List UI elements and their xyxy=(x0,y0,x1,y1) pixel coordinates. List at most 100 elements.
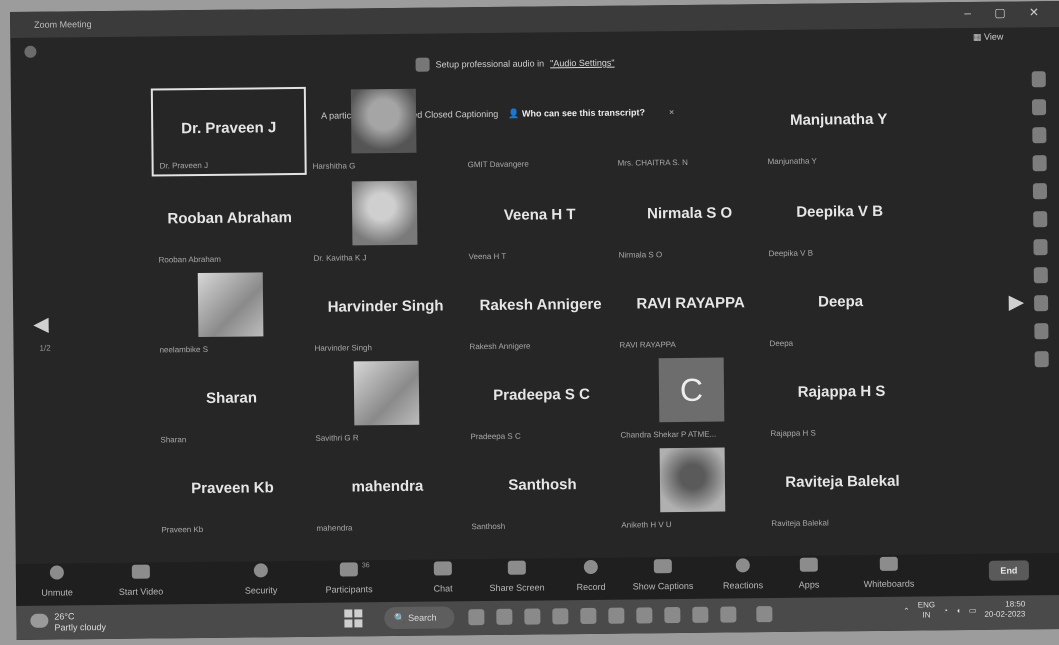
start-menu-icon[interactable] xyxy=(344,609,363,628)
participant-name-label: Deepika V B xyxy=(768,248,814,259)
view-button[interactable]: ▦ View xyxy=(973,32,1003,43)
weather-widget[interactable]: 26°C Partly cloudy xyxy=(30,611,106,634)
task-view-icon[interactable] xyxy=(468,609,485,626)
participant-display-name: mahendra xyxy=(351,477,424,496)
unmute-button[interactable]: Unmute xyxy=(22,563,92,598)
share-screen-button[interactable]: Share Screen xyxy=(482,558,552,593)
participant-name-label: neelambike S xyxy=(159,344,209,355)
battery-icon[interactable]: ▭ xyxy=(969,605,977,614)
participant-tile[interactable]: Harvinder Singh Harvinder Singh xyxy=(308,267,464,357)
app-shortcut-icon[interactable] xyxy=(1034,323,1049,340)
taskbar-search[interactable]: 🔍 Search xyxy=(384,606,455,630)
participant-tile[interactable]: Mrs. CHAITRA S. N xyxy=(611,82,767,172)
title-bar: Zoom Meeting – ▢ ✕ xyxy=(10,1,1059,38)
zoom-icon[interactable] xyxy=(756,606,773,623)
app-shortcut-icon[interactable] xyxy=(1031,71,1046,88)
app-shortcut-icon[interactable] xyxy=(1033,211,1048,228)
audio-settings-link[interactable]: "Audio Settings" xyxy=(550,58,615,69)
participant-tile[interactable]: Veena H T Veena H T xyxy=(462,176,618,266)
participant-name-label: Dr. Kavitha K J xyxy=(313,253,367,263)
app-icon[interactable] xyxy=(664,607,681,624)
app-icon[interactable] xyxy=(552,608,569,625)
participant-name-label: Deepa xyxy=(769,338,794,349)
participant-display-name: Harvinder Singh xyxy=(327,297,444,316)
participant-tile[interactable]: Aniketh H V U xyxy=(615,444,771,534)
audio-icon xyxy=(415,57,430,72)
window-controls[interactable]: – ▢ ✕ xyxy=(964,5,1049,20)
reactions-icon xyxy=(735,558,750,573)
shield-icon xyxy=(253,563,268,578)
participant-video xyxy=(350,88,417,154)
participant-name-label: Sharan xyxy=(160,435,187,445)
participant-tile[interactable]: Nirmala S O Nirmala S O xyxy=(612,174,768,264)
app-icon[interactable] xyxy=(692,606,709,623)
participants-button[interactable]: 36 Participants xyxy=(314,560,384,595)
participant-display-name: Rooban Abraham xyxy=(167,209,292,228)
encryption-shield-icon[interactable] xyxy=(24,45,37,58)
participant-name-label: Raviteja Balekal xyxy=(771,518,829,529)
participants-icon xyxy=(339,562,358,577)
participant-tile[interactable]: Rakesh Annigere Rakesh Annigere xyxy=(463,266,619,356)
app-shortcut-icon[interactable] xyxy=(1033,239,1048,256)
apps-icon xyxy=(799,557,818,572)
app-shortcut-icon[interactable] xyxy=(1034,351,1049,368)
record-icon xyxy=(583,559,598,575)
audio-setup-banner: Setup professional audio in "Audio Setti… xyxy=(415,56,615,72)
app-shortcut-icon[interactable] xyxy=(1032,183,1048,200)
file-explorer-icon[interactable] xyxy=(524,608,541,625)
volume-icon[interactable]: ◖ xyxy=(956,606,961,615)
language-indicator[interactable]: ENG IN xyxy=(918,600,936,620)
app-shortcut-icon[interactable] xyxy=(1032,155,1047,172)
app-icon[interactable] xyxy=(636,607,653,624)
participant-tile[interactable]: Deepika V B Deepika V B xyxy=(762,173,918,263)
apps-button[interactable]: Apps xyxy=(774,555,844,590)
participant-tile[interactable]: Dr. Praveen J Dr. Praveen J xyxy=(150,86,307,177)
security-button[interactable]: Security xyxy=(226,561,296,596)
next-page-icon[interactable]: ▶ xyxy=(1009,289,1025,314)
app-shortcut-icon[interactable] xyxy=(1033,267,1048,284)
chat-button[interactable]: Chat xyxy=(408,559,478,594)
app-shortcut-icon[interactable] xyxy=(1034,295,1049,312)
whiteboards-button[interactable]: Whiteboards xyxy=(854,554,924,589)
app-shortcut-icon[interactable] xyxy=(1031,99,1047,116)
prev-page-icon[interactable]: ◀ xyxy=(33,312,49,337)
participant-tile[interactable]: Sharan Sharan xyxy=(154,359,310,449)
widgets-icon[interactable] xyxy=(496,608,513,625)
participants-count: 36 xyxy=(361,562,370,570)
participant-tile[interactable]: Praveen Kb Praveen Kb xyxy=(155,449,311,539)
participant-tile[interactable]: Rooban Abraham Rooban Abraham xyxy=(152,179,308,269)
participant-name-label: Nirmala S O xyxy=(618,250,663,260)
app-shortcut-icon[interactable] xyxy=(1032,127,1047,144)
participant-tile[interactable]: C Chandra Shekar P ATME... xyxy=(614,354,770,444)
participant-tile[interactable]: neelambike S xyxy=(153,269,309,359)
participant-tile[interactable]: Dr. Kavitha K J xyxy=(307,177,463,267)
record-button[interactable]: Record xyxy=(556,558,626,593)
participant-tile[interactable]: RAVI RAYAPPA RAVI RAYAPPA xyxy=(613,264,769,354)
participant-tile[interactable]: Santhosh Santhosh xyxy=(465,446,621,536)
participant-tile[interactable]: Harshitha G xyxy=(306,85,462,175)
participant-tile[interactable]: Savithri G R xyxy=(309,357,465,447)
participant-name-label: Mrs. CHAITRA S. N xyxy=(617,157,688,168)
participant-display-name: Dr. Praveen J xyxy=(181,119,277,138)
clock[interactable]: 18:50 20-02-2023 xyxy=(984,599,1025,619)
participant-tile[interactable]: Raviteja Balekal Raviteja Balekal xyxy=(765,442,921,532)
participant-tile[interactable]: Manjunatha Y Manjunatha Y xyxy=(761,81,917,171)
participant-video xyxy=(197,272,264,338)
wifi-icon[interactable]: ◔ xyxy=(943,606,948,615)
start-video-button[interactable]: Start Video xyxy=(106,562,176,597)
participant-display-name: Sharan xyxy=(206,389,258,407)
reactions-button[interactable]: Reactions xyxy=(708,556,778,591)
chrome-icon[interactable] xyxy=(580,607,597,625)
participant-tile[interactable]: GMIT Davangere xyxy=(461,84,617,174)
participant-tile[interactable]: mahendra mahendra xyxy=(310,447,466,537)
app-icon[interactable] xyxy=(608,607,625,624)
participant-tile[interactable]: Deepa Deepa xyxy=(763,263,919,353)
tray-overflow-icon[interactable]: ⌃ xyxy=(903,606,910,615)
participant-name-label: Harvinder Singh xyxy=(314,343,372,353)
participant-tile[interactable]: Rajappa H S Rajappa H S xyxy=(764,353,920,443)
show-captions-button[interactable]: Show Captions xyxy=(628,557,698,592)
end-meeting-button[interactable]: End xyxy=(988,560,1030,581)
participant-tile[interactable]: Pradeepa S C Pradeepa S C xyxy=(464,356,620,446)
participant-display-name: Deepika V B xyxy=(796,202,884,221)
app-icon[interactable] xyxy=(720,606,737,623)
